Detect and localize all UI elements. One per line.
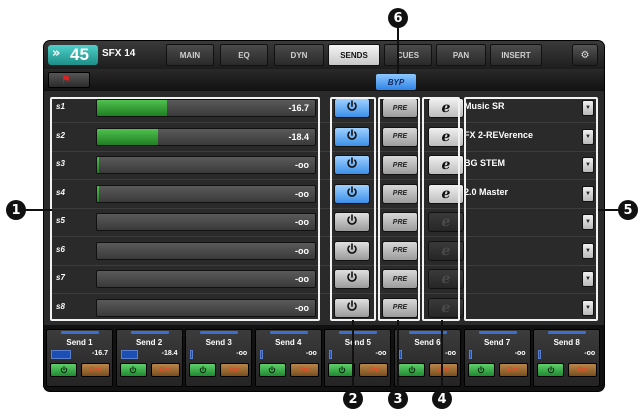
power-icon xyxy=(60,361,68,379)
send-strip-name: Send 7 xyxy=(483,338,511,347)
cell-indicator xyxy=(61,331,99,334)
send-strip-value: -oo xyxy=(236,350,248,357)
send-strip-cell[interactable]: Send 6 -oo Pre xyxy=(394,329,461,387)
callout-line-6 xyxy=(397,26,399,74)
power-icon xyxy=(477,361,485,379)
send-strip-meter xyxy=(538,350,542,359)
send-strip-cell[interactable]: Send 7 -oo Pre xyxy=(463,329,531,387)
outline-pre-buttons xyxy=(378,97,420,321)
send-strip-meter xyxy=(259,350,263,359)
send-strip-name: Send 1 xyxy=(66,338,93,347)
channel-number: 45 xyxy=(70,45,89,64)
send-strip-meter xyxy=(120,350,138,359)
send-strip-on-button[interactable] xyxy=(258,361,286,379)
tab-eq[interactable]: EQ xyxy=(220,44,268,66)
send-strip-name: Send 5 xyxy=(344,338,371,347)
top-bar: » 45 SFX 14 MAIN EQ DYN SENDS CUES PAN I… xyxy=(44,41,604,69)
send-strip-value: -oo xyxy=(584,350,596,357)
cell-indicator xyxy=(548,331,587,334)
send-strip-value: -18.4 xyxy=(161,350,178,357)
send-strip-name: Send 3 xyxy=(205,338,232,347)
send-strip-pre-button[interactable]: Pre xyxy=(429,363,458,377)
power-icon xyxy=(408,361,416,379)
outline-faders xyxy=(50,97,320,321)
send-strip-cell[interactable]: Send 1 -16.7 Pre xyxy=(46,329,113,387)
tab-pan[interactable]: PAN xyxy=(436,44,486,66)
send-strip-pre-button[interactable]: Pre xyxy=(289,363,319,377)
bypass-button[interactable]: BYP xyxy=(376,74,416,90)
tab-sends[interactable]: SENDS xyxy=(328,44,380,66)
send-strip-pre-button[interactable]: Pre xyxy=(150,363,180,377)
callout-line-3 xyxy=(397,320,399,388)
channel-badge[interactable]: » 45 xyxy=(48,45,98,65)
power-icon xyxy=(199,361,207,379)
send-strip-name: Send 6 xyxy=(414,338,441,347)
send-strip-value: -oo xyxy=(514,350,526,357)
send-strip-value: -oo xyxy=(445,350,456,357)
power-icon xyxy=(268,361,276,379)
send-strip-name: Send 4 xyxy=(275,338,302,347)
send-strip-meter xyxy=(468,350,472,359)
send-strip-value: -oo xyxy=(375,350,387,357)
flag-icon: ⚑ xyxy=(61,74,71,86)
callout-3: 3 xyxy=(388,389,408,409)
callout-line-5 xyxy=(598,209,620,211)
tab-dyn[interactable]: DYN xyxy=(274,44,324,66)
flag-button[interactable]: ⚑ xyxy=(48,72,90,88)
sub-bar: ⚑ xyxy=(44,69,604,91)
callout-2: 2 xyxy=(343,389,363,409)
outline-pan-buttons xyxy=(422,97,460,321)
callout-1: 1 xyxy=(6,200,26,220)
send-strip-cell[interactable]: Send 8 -oo Pre xyxy=(533,329,601,387)
fader-settings-icon[interactable]: ⚙ xyxy=(572,44,598,66)
callout-line-2 xyxy=(352,320,354,388)
send-strip-on-button[interactable] xyxy=(119,361,147,379)
send-strip-cell[interactable]: Send 3 -oo Pre xyxy=(185,329,253,387)
forward-arrow-icon: » xyxy=(52,46,61,61)
send-strip-on-button[interactable] xyxy=(467,361,495,379)
send-strip-on-button[interactable] xyxy=(398,363,425,377)
send-strip-on-button[interactable] xyxy=(189,361,217,379)
send-strip-meter xyxy=(399,350,402,359)
callout-line-1 xyxy=(24,209,52,211)
send-strip: Send 1 -16.7 Pre Send 2 -18.4 Pre Send 3 -oo Pre… xyxy=(44,325,604,391)
cell-indicator xyxy=(478,331,517,334)
send-strip-meter xyxy=(329,350,333,359)
send-strip-pre-button[interactable]: Pre xyxy=(81,363,110,377)
send-strip-cell[interactable]: Send 4 -oo Pre xyxy=(254,329,322,387)
cell-indicator xyxy=(200,331,239,334)
tab-insert[interactable]: INSERT xyxy=(490,44,542,66)
outline-on-buttons xyxy=(330,97,376,321)
cell-indicator xyxy=(269,331,308,334)
send-strip-pre-button[interactable]: Pre xyxy=(498,363,528,377)
callout-6: 6 xyxy=(388,8,408,28)
power-icon xyxy=(547,361,555,379)
callout-4: 4 xyxy=(432,389,452,409)
send-strip-on-button[interactable] xyxy=(537,361,565,379)
send-strip-meter xyxy=(190,350,194,359)
channel-name: SFX 14 xyxy=(102,48,136,59)
send-strip-pre-button[interactable]: Pre xyxy=(220,363,250,377)
cell-indicator xyxy=(130,331,169,334)
cell-indicator xyxy=(339,331,378,334)
callout-line-4 xyxy=(441,320,443,388)
outline-destinations xyxy=(464,97,598,321)
callout-5: 5 xyxy=(618,200,638,220)
send-strip-value: -oo xyxy=(305,350,317,357)
send-strip-pre-button[interactable]: Pre xyxy=(568,363,598,377)
send-strip-name: Send 2 xyxy=(135,338,163,347)
power-icon xyxy=(129,361,137,379)
send-strip-value: -16.7 xyxy=(92,350,108,357)
send-strip-meter xyxy=(51,350,71,359)
power-icon xyxy=(338,361,346,379)
send-strip-pre-button[interactable]: Pre xyxy=(359,363,389,377)
send-strip-on-button[interactable] xyxy=(50,363,77,377)
send-strip-cell[interactable]: Send 2 -18.4 Pre xyxy=(115,329,183,387)
tab-main[interactable]: MAIN xyxy=(166,44,214,66)
tab-cues[interactable]: CUES xyxy=(384,44,432,66)
send-strip-cell[interactable]: Send 5 -oo Pre xyxy=(324,329,392,387)
send-strip-name: Send 8 xyxy=(553,338,580,347)
